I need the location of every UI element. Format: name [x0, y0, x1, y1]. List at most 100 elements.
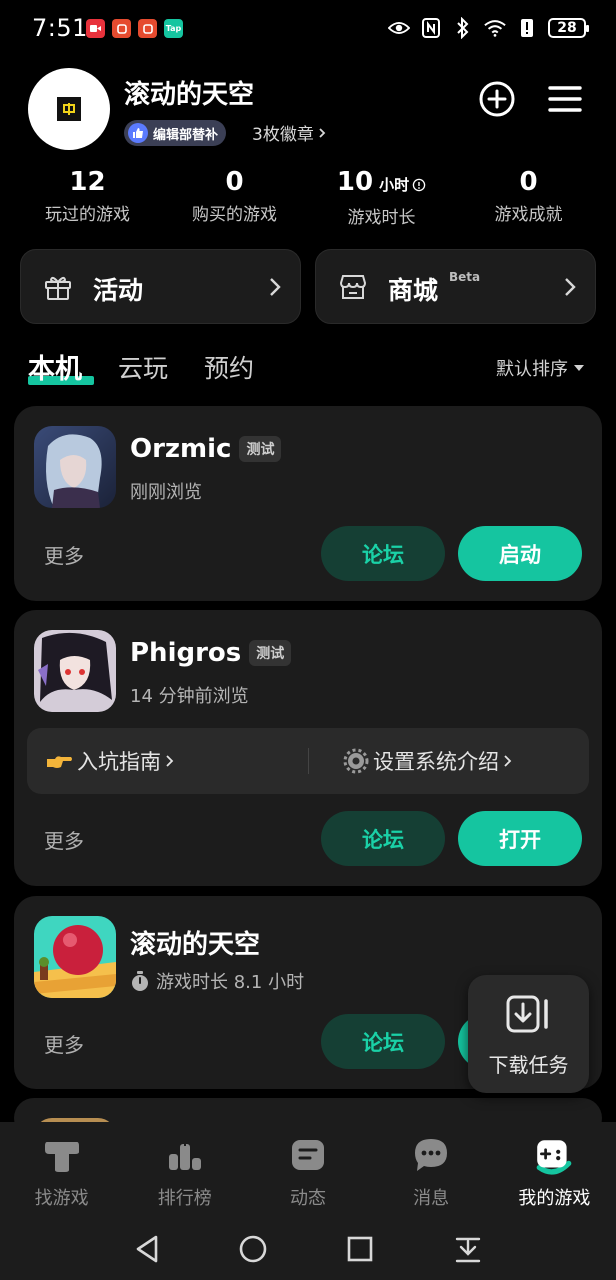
forum-button[interactable]: 论坛	[321, 526, 445, 581]
forum-button[interactable]: 论坛	[321, 1014, 445, 1069]
nav-label: 排行榜	[157, 1188, 212, 1209]
phigros-game-icon	[34, 630, 116, 712]
chevron-right-icon	[319, 127, 326, 138]
nav-leaderboard[interactable]: 排行榜	[123, 1122, 246, 1216]
status-time: 7:51	[32, 14, 88, 42]
stat-value: 0	[519, 167, 538, 197]
tab-local[interactable]: 本机	[28, 347, 82, 386]
game-title: 滚动的天空	[130, 924, 260, 961]
shop-app-icon-1	[112, 19, 131, 38]
divider	[308, 748, 309, 774]
leaderboard-icon	[168, 1139, 201, 1170]
battery-indicator: 28	[548, 18, 589, 38]
info-icon	[412, 178, 426, 192]
more-button[interactable]: 更多	[44, 825, 84, 854]
guide-settings-link[interactable]: 设置系统介绍	[343, 746, 513, 776]
home-icon[interactable]	[238, 1234, 268, 1264]
chevron-right-icon	[270, 278, 281, 296]
stats-row: 12 玩过的游戏 0 购买的游戏 10 小时 游戏时长 0 游戏成就	[14, 166, 602, 228]
avatar[interactable]	[28, 68, 110, 150]
orzmic-game-icon	[34, 426, 116, 508]
stat-value: 10	[336, 167, 374, 197]
status-bar: 7:51 Tap 28	[0, 0, 616, 58]
forum-button[interactable]: 论坛	[321, 811, 445, 866]
tab-cloud[interactable]: 云玩	[118, 349, 168, 385]
nav-label: 消息	[413, 1188, 450, 1209]
more-button[interactable]: 更多	[44, 540, 84, 569]
system-nav-bar	[0, 1216, 616, 1280]
sort-dropdown[interactable]: 默认排序	[496, 355, 584, 381]
chevron-right-icon	[504, 755, 512, 767]
sort-label: 默认排序	[496, 359, 568, 380]
play-time-label: 游戏时长 8.1 小时	[156, 972, 305, 993]
open-button[interactable]: 打开	[458, 811, 582, 866]
notification-shade-icon[interactable]	[453, 1234, 483, 1264]
store-icon	[339, 275, 367, 299]
pointing-hand-icon	[47, 756, 72, 768]
avatar-logo-icon	[57, 97, 81, 121]
game-card-orzmic[interactable]: Orzmic 测试 刚刚浏览 更多 论坛 启动	[14, 406, 602, 601]
nav-messages[interactable]: 消息	[370, 1122, 493, 1216]
badge-label: 编辑部替补	[153, 127, 219, 143]
video-app-icon	[86, 19, 105, 38]
stat-achievements[interactable]: 0 游戏成就	[455, 166, 602, 228]
shop-app-icon-2	[138, 19, 157, 38]
tab-local-label: 本机	[28, 354, 82, 385]
chevron-right-icon	[565, 278, 576, 296]
shop-label: 商城	[388, 276, 439, 305]
caret-down-icon	[574, 365, 584, 371]
badge-count-label: 3枚徽章	[252, 125, 314, 145]
back-icon[interactable]	[132, 1234, 162, 1264]
activity-label: 活动	[93, 276, 144, 305]
nav-feed[interactable]: 动态	[246, 1122, 369, 1216]
nav-label: 我的游戏	[518, 1188, 591, 1209]
badge-pill[interactable]: 编辑部替补	[124, 120, 227, 146]
nav-find-games[interactable]: 找游戏	[0, 1122, 123, 1216]
stat-label: 游戏时长	[347, 208, 416, 228]
download-tasks-button[interactable]: 下载任务	[468, 975, 589, 1093]
username: 滚动的天空	[124, 80, 255, 110]
gear-icon	[343, 748, 369, 774]
tab-reserve[interactable]: 预约	[204, 349, 254, 385]
game-title: Orzmic 测试	[130, 434, 282, 464]
add-button[interactable]	[478, 80, 516, 118]
recents-icon[interactable]	[345, 1234, 375, 1264]
nfc-icon	[420, 17, 442, 39]
stat-played-games[interactable]: 12 玩过的游戏	[14, 166, 161, 228]
stat-play-time[interactable]: 10 小时 游戏时长	[308, 166, 455, 228]
eye-icon	[388, 17, 410, 39]
nav-label: 动态	[289, 1188, 326, 1209]
stat-purchased-games[interactable]: 0 购买的游戏	[161, 166, 308, 228]
gift-icon	[45, 276, 71, 300]
alert-icon	[516, 17, 538, 39]
badge-count-link[interactable]: 3枚徽章	[252, 120, 326, 145]
nav-my-games[interactable]: 我的游戏	[493, 1122, 616, 1216]
game-title: Phigros 测试	[130, 638, 292, 668]
shop-card[interactable]: 商城 Beta	[315, 249, 596, 324]
thumbs-up-icon	[128, 123, 148, 143]
my-games-icon	[537, 1140, 572, 1175]
guide-beginner-label: 入坑指南	[77, 750, 161, 774]
game-title-text: 滚动的天空	[130, 930, 261, 960]
guide-row: 入坑指南 设置系统介绍	[27, 728, 589, 794]
message-icon	[415, 1139, 448, 1171]
game-title-text: Orzmic	[130, 434, 232, 464]
find-games-icon	[44, 1142, 79, 1172]
stopwatch-icon	[132, 971, 148, 991]
hamburger-menu-icon	[548, 86, 582, 112]
activity-card[interactable]: 活动	[20, 249, 301, 324]
download-icon	[506, 995, 548, 1033]
game-subtitle: 14 分钟前浏览	[130, 686, 249, 707]
menu-button[interactable]	[548, 84, 582, 114]
more-button[interactable]: 更多	[44, 1029, 84, 1058]
guide-beginner-link[interactable]: 入坑指南	[45, 746, 175, 776]
game-card-phigros[interactable]: Phigros 测试 14 分钟前浏览 入坑指南 设置系统介绍 更多 论坛 打开	[14, 610, 602, 886]
chevron-right-icon	[166, 755, 174, 767]
test-tag: 测试	[249, 640, 292, 666]
beta-tag: Beta	[449, 270, 481, 284]
plus-circle-icon	[479, 81, 515, 117]
rolling-sky-game-icon	[34, 916, 116, 998]
test-tag: 测试	[239, 436, 282, 462]
stat-label: 游戏成就	[494, 205, 563, 225]
launch-button[interactable]: 启动	[458, 526, 582, 581]
